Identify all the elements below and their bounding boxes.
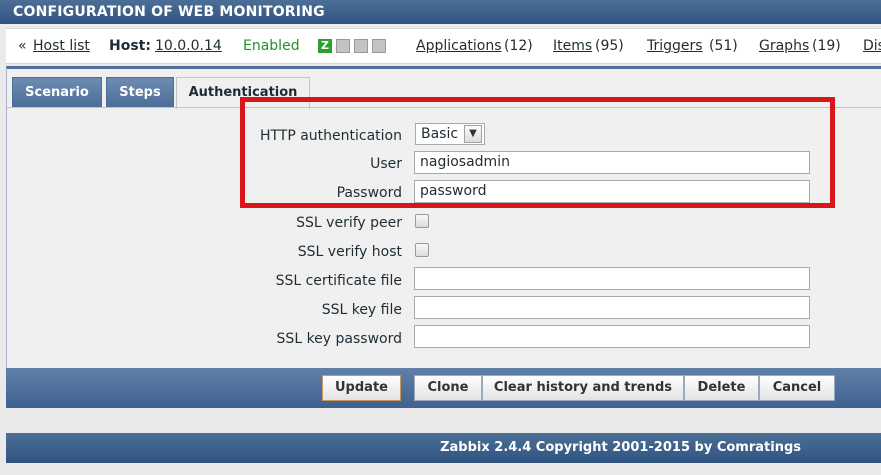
host-link[interactable]: 10.0.0.14	[155, 37, 222, 55]
items-count: (95)	[595, 38, 624, 54]
applications-link[interactable]: Applications	[416, 37, 502, 55]
host-info-bar: « Host list Host: 10.0.0.14 Enabled Z Ap…	[6, 28, 881, 64]
ssl-verify-peer-label: SSL verify peer	[296, 215, 402, 231]
page-title: CONFIGURATION OF WEB MONITORING	[13, 4, 325, 20]
highlight-annotation	[240, 97, 835, 208]
applications-count: (12)	[504, 38, 533, 54]
items-link[interactable]: Items	[553, 37, 592, 55]
ssl-key-file-input[interactable]	[414, 296, 810, 319]
clone-button[interactable]: Clone	[414, 375, 482, 401]
triggers-link[interactable]: Triggers	[647, 37, 703, 55]
page-header: CONFIGURATION OF WEB MONITORING	[0, 0, 881, 24]
page-footer: Zabbix 2.4.4 Copyright 2001-2015 by Comr…	[6, 433, 881, 463]
ipmi-icon	[372, 39, 386, 53]
host-status[interactable]: Enabled	[243, 37, 300, 55]
tab-steps[interactable]: Steps	[106, 77, 174, 108]
host-label: Host:	[109, 38, 151, 54]
ssl-key-password-label: SSL key password	[276, 331, 402, 347]
graphs-count: (19)	[812, 38, 841, 54]
copyright-text: Zabbix 2.4.4 Copyright 2001-2015 by Comr…	[440, 440, 801, 455]
host-list-link[interactable]: Host list	[33, 37, 90, 55]
update-button[interactable]: Update	[322, 375, 401, 401]
snmp-icon	[336, 39, 350, 53]
ssl-key-file-label: SSL key file	[321, 302, 402, 318]
clear-history-button[interactable]: Clear history and trends	[482, 375, 684, 401]
graphs-link[interactable]: Graphs	[759, 37, 809, 55]
discovery-link[interactable]: Dis	[863, 37, 881, 55]
ssl-key-password-input[interactable]	[414, 325, 810, 348]
ssl-cert-file-input[interactable]	[414, 267, 810, 290]
jmx-icon	[354, 39, 368, 53]
zabbix-agent-icon: Z	[318, 39, 332, 53]
ssl-cert-file-label: SSL certificate file	[275, 273, 402, 289]
delete-button[interactable]: Delete	[684, 375, 759, 401]
ssl-verify-host-checkbox[interactable]	[415, 243, 429, 257]
ssl-verify-peer-checkbox[interactable]	[415, 214, 429, 228]
ssl-verify-host-label: SSL verify host	[297, 244, 402, 260]
triggers-count: (51)	[709, 38, 738, 54]
back-arrow-icon: «	[18, 38, 27, 54]
cancel-button[interactable]: Cancel	[759, 375, 835, 401]
form-button-bar: Update Clone Clear history and trends De…	[6, 368, 881, 408]
tab-scenario[interactable]: Scenario	[12, 77, 102, 108]
